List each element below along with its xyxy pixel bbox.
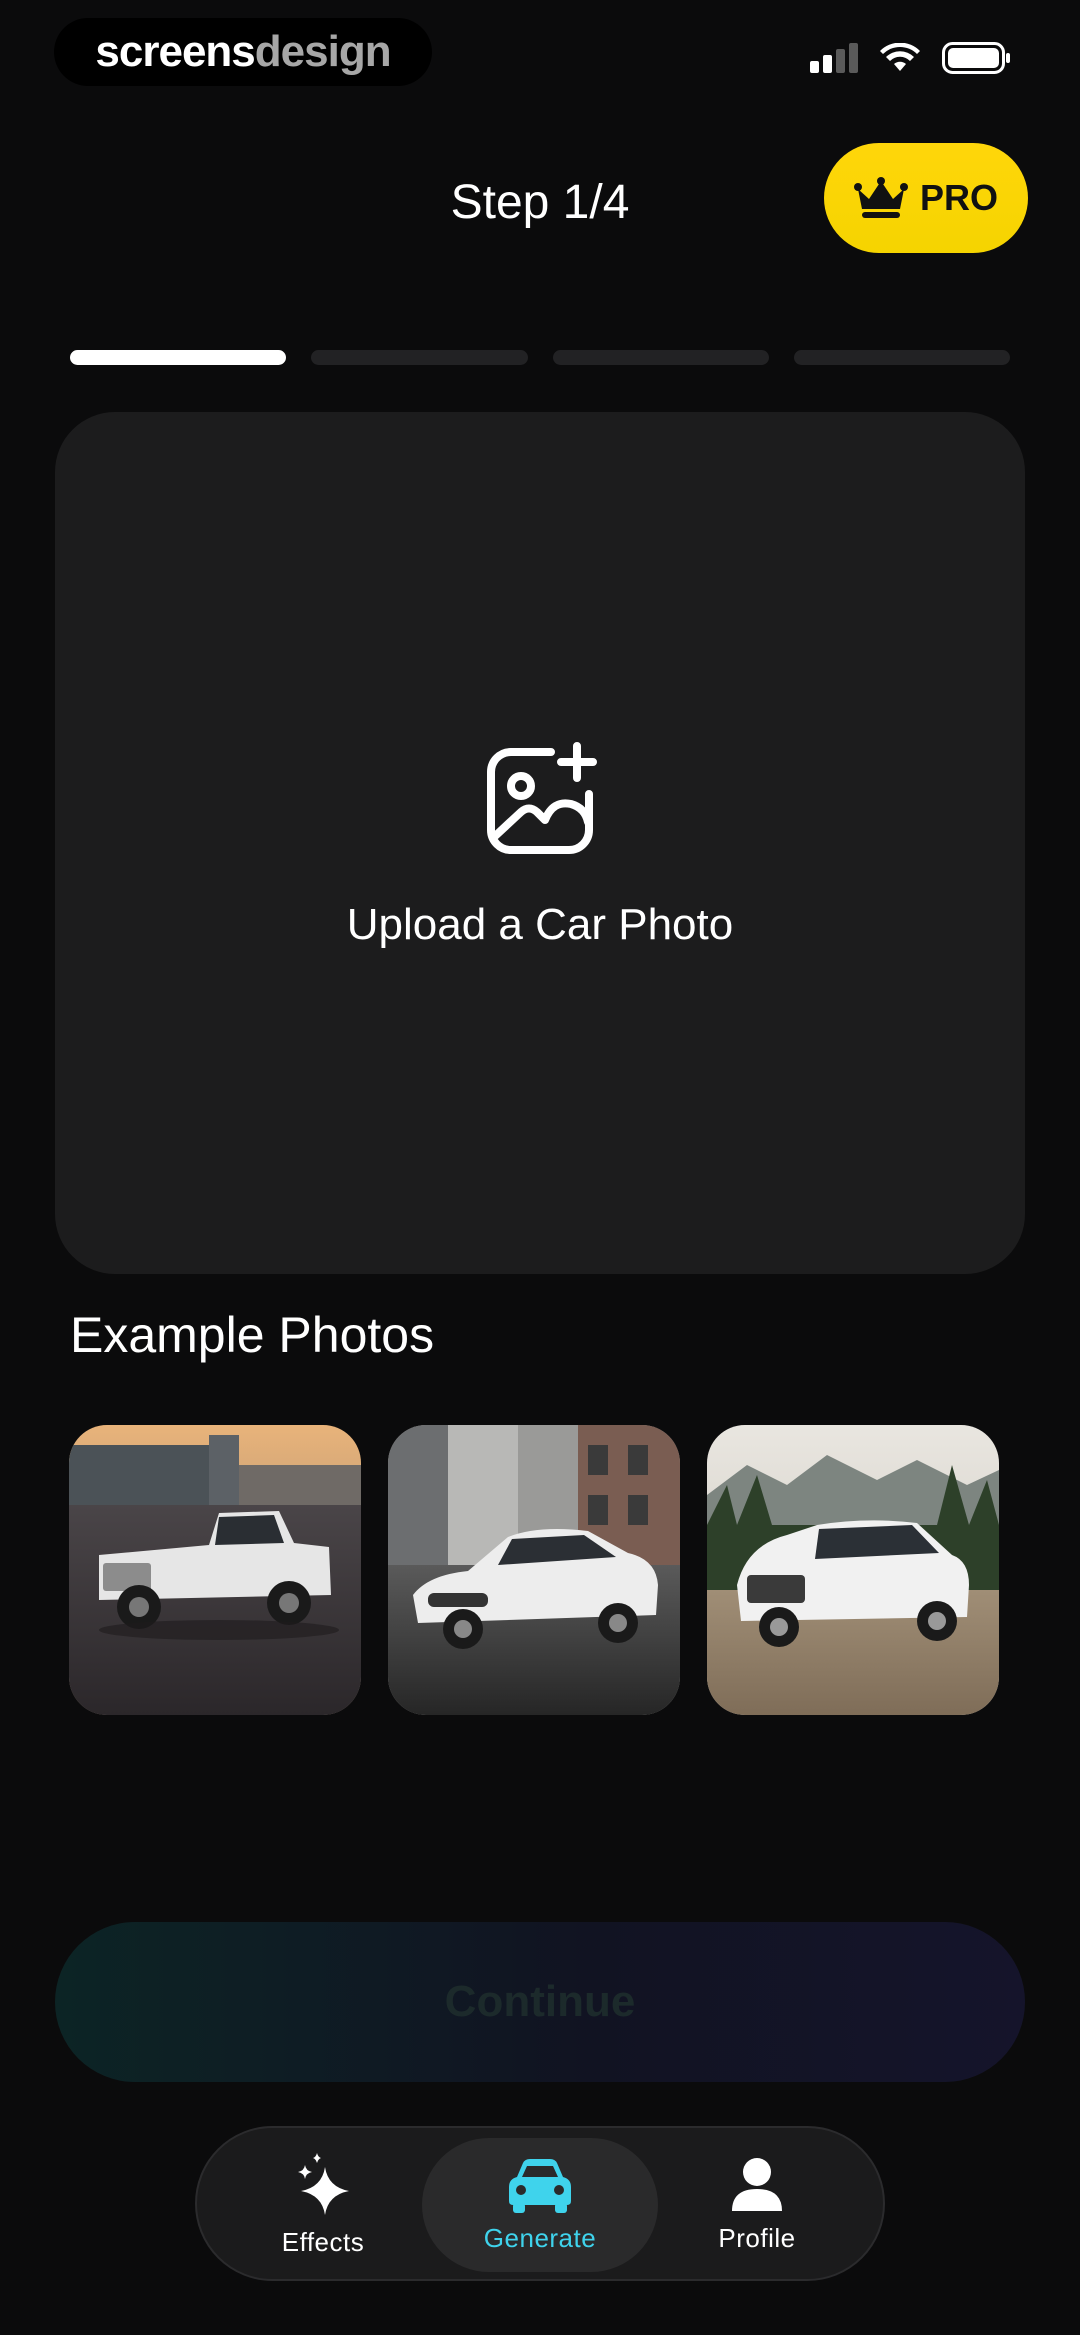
tab-generate-label: Generate bbox=[483, 2222, 597, 2253]
status-icons bbox=[810, 42, 1010, 74]
tab-profile[interactable]: Profile bbox=[639, 2138, 875, 2272]
tab-generate[interactable]: Generate bbox=[422, 2138, 658, 2272]
continue-label: Continue bbox=[444, 1977, 636, 2026]
person-icon bbox=[732, 2157, 782, 2211]
upload-label: Upload a Car Photo bbox=[346, 900, 734, 949]
cellular-signal-icon bbox=[810, 43, 858, 73]
logo-text-part1: screens bbox=[95, 27, 255, 76]
progress-segment-4 bbox=[793, 350, 1010, 365]
crown-icon bbox=[853, 177, 908, 218]
add-photo-icon bbox=[487, 742, 597, 854]
screensdesign-logo: screens design bbox=[54, 18, 432, 86]
white-pickup-truck-photo[interactable] bbox=[69, 1425, 361, 1715]
example-photos-title: Example Photos bbox=[70, 1307, 435, 1363]
step-progress bbox=[70, 350, 1010, 365]
tab-effects-label: Effects bbox=[281, 2226, 365, 2257]
white-suv-mountain-photo[interactable] bbox=[707, 1425, 999, 1715]
wifi-icon bbox=[880, 43, 920, 71]
pro-button[interactable]: PRO bbox=[824, 143, 1028, 253]
sparkles-icon bbox=[298, 2152, 349, 2215]
progress-segment-3 bbox=[552, 350, 769, 365]
progress-segment-1 bbox=[70, 350, 287, 365]
tab-profile-label: Profile bbox=[718, 2222, 796, 2253]
progress-segment-2 bbox=[311, 350, 528, 365]
tab-effects[interactable]: Effects bbox=[205, 2138, 441, 2272]
continue-button[interactable]: Continue bbox=[55, 1922, 1025, 2082]
car-icon bbox=[509, 2158, 571, 2213]
pro-label: PRO bbox=[919, 177, 998, 218]
logo-text-part2: design bbox=[254, 27, 392, 76]
battery-icon bbox=[942, 42, 1010, 74]
white-sedan-photo[interactable] bbox=[388, 1425, 680, 1715]
